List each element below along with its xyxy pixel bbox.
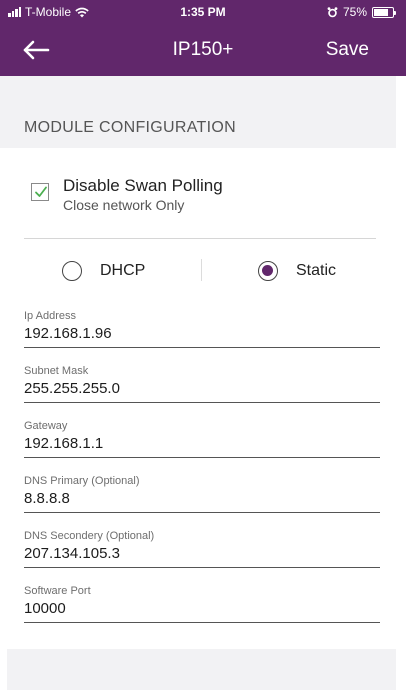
dns-primary-input[interactable]	[24, 490, 380, 507]
gateway-field: Gateway	[24, 420, 380, 466]
section-header-background	[0, 76, 396, 148]
ip-address-input[interactable]	[24, 325, 380, 342]
disable-polling-label: Disable Swan Polling	[63, 176, 223, 195]
dns-secondary-field: DNS Secondery (Optional)	[24, 530, 380, 576]
field-label: DNS Primary (Optional)	[24, 475, 140, 487]
radio-selected-dot	[262, 265, 273, 276]
field-label: Software Port	[24, 585, 91, 597]
dhcp-label: DHCP	[100, 262, 146, 279]
battery-icon	[372, 6, 396, 18]
divider	[24, 238, 376, 239]
alarm-icon	[327, 6, 338, 17]
app-screen: T-Mobile 1:35 PM 75% IP150+ Save MODULE …	[0, 0, 406, 690]
field-underline	[24, 567, 380, 568]
subnet-mask-field: Subnet Mask	[24, 365, 380, 411]
radio-separator	[201, 259, 202, 281]
field-label: Ip Address	[24, 310, 76, 322]
footer-background	[7, 649, 396, 690]
field-underline	[24, 402, 380, 403]
save-button[interactable]: Save	[326, 39, 369, 61]
field-underline	[24, 347, 380, 348]
disable-polling-checkbox[interactable]	[31, 183, 49, 201]
subnet-mask-input[interactable]	[24, 380, 380, 397]
status-bar: T-Mobile 1:35 PM 75%	[0, 0, 406, 24]
field-underline	[24, 512, 380, 513]
battery-percent: 75%	[342, 5, 367, 19]
navigation-bar: IP150+ Save	[0, 24, 406, 76]
section-title: MODULE CONFIGURATION	[24, 119, 236, 136]
software-port-field: Software Port	[24, 585, 380, 631]
dhcp-radio[interactable]	[62, 261, 82, 281]
status-right: 75%	[327, 5, 396, 19]
field-underline	[24, 457, 380, 458]
ip-address-field: Ip Address	[24, 310, 380, 356]
field-underline	[24, 622, 380, 623]
software-port-input[interactable]	[24, 600, 380, 617]
disable-polling-sublabel: Close network Only	[63, 197, 185, 213]
header-bar: T-Mobile 1:35 PM 75% IP150+ Save	[0, 0, 406, 76]
gateway-input[interactable]	[24, 435, 380, 452]
dns-secondary-input[interactable]	[24, 545, 380, 562]
dns-primary-field: DNS Primary (Optional)	[24, 475, 380, 521]
battery-fill	[374, 8, 388, 16]
checkmark-icon	[35, 186, 47, 197]
static-radio[interactable]	[258, 261, 278, 281]
field-label: Gateway	[24, 420, 68, 432]
field-label: DNS Secondery (Optional)	[24, 530, 155, 542]
field-label: Subnet Mask	[24, 365, 89, 377]
static-label: Static	[296, 262, 337, 279]
